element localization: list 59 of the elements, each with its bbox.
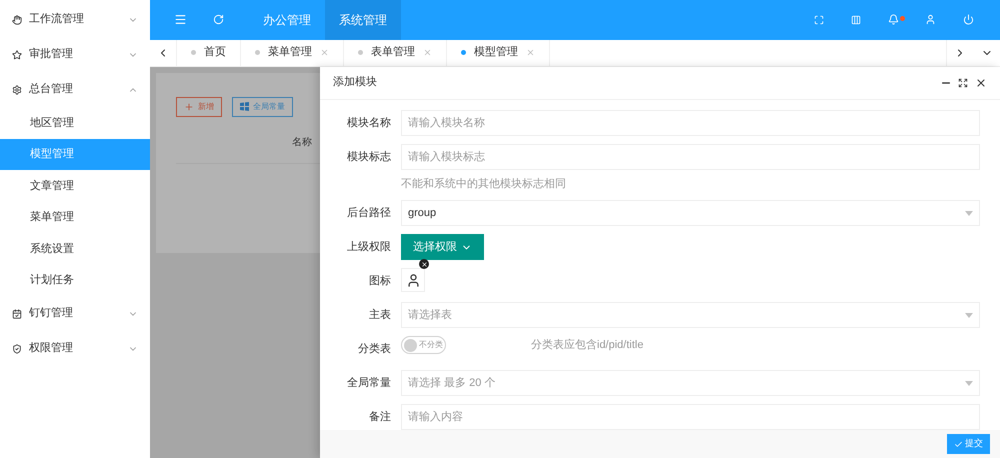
field-label: 上级权限	[346, 240, 392, 255]
select-permission-button[interactable]: 选择权限	[401, 234, 484, 260]
select-field[interactable]: group	[401, 200, 980, 226]
refresh-icon[interactable]	[213, 14, 224, 26]
field-label: 图标	[368, 274, 392, 289]
sidebar-item[interactable]: 权限管理	[0, 331, 150, 366]
menu-icon[interactable]	[174, 13, 187, 26]
tab-label: 模型管理	[474, 45, 518, 60]
user-icon[interactable]	[925, 14, 936, 26]
hand-icon	[12, 14, 22, 24]
calendar-icon	[12, 308, 22, 318]
caret-icon	[965, 210, 973, 216]
tab-label: 首页	[204, 45, 226, 60]
maximize-icon[interactable]	[958, 78, 968, 88]
field-label: 主表	[368, 308, 392, 323]
power-icon[interactable]	[963, 14, 974, 26]
notification-icon[interactable]	[888, 14, 899, 26]
columns-icon[interactable]	[851, 14, 861, 25]
sidebar-subitem[interactable]: 文章管理	[0, 170, 150, 202]
sidebar-subitem[interactable]: 计划任务	[0, 264, 150, 296]
settings-icon	[12, 84, 22, 94]
remove-icon[interactable]	[419, 259, 429, 269]
field-label: 后台路径	[346, 206, 392, 221]
page-tab[interactable]: 表单管理	[344, 40, 447, 66]
field-label: 全局常量	[346, 376, 392, 391]
user-icon	[406, 272, 420, 288]
tab-label: 菜单管理	[268, 45, 312, 60]
sidebar-item[interactable]: 工作流管理	[0, 2, 150, 37]
shield-check-icon	[12, 344, 22, 354]
field-hint: 不能和系统中的其他模块标志相同	[401, 176, 566, 192]
page-tab[interactable]: 首页	[177, 40, 241, 66]
tab-label: 表单管理	[371, 45, 415, 60]
modal-title: 添加模块	[333, 75, 378, 90]
sidebar-subitem[interactable]: 系统设置	[0, 233, 150, 264]
field-label: 备注	[368, 410, 392, 425]
check-icon	[954, 440, 963, 448]
sidebar-item[interactable]: 总台管理	[0, 72, 150, 107]
field-label: 模块标志	[346, 150, 392, 164]
field-note: 分类表应包含id/pid/title	[531, 338, 644, 353]
page-tab[interactable]: 菜单管理	[241, 40, 344, 66]
close-icon[interactable]	[975, 76, 987, 88]
windows-icon	[240, 102, 249, 111]
icon-picker[interactable]	[401, 268, 425, 292]
sidebar-subitem[interactable]: 菜单管理	[0, 202, 150, 233]
plus-icon	[184, 102, 194, 112]
sidebar-item[interactable]: 审批管理	[0, 37, 150, 72]
text-field[interactable]: 请输入内容	[401, 404, 980, 430]
sidebar-subitem[interactable]: 地区管理	[0, 107, 150, 138]
caret-icon	[965, 312, 973, 318]
column-header: 名称	[292, 136, 312, 148]
text-field[interactable]: 请输入模块标志	[401, 144, 980, 170]
sidebar-item[interactable]: 钉钉管理	[0, 296, 150, 331]
caret-icon	[965, 380, 973, 386]
text-field[interactable]: 请输入模块名称	[401, 110, 980, 136]
star-icon	[12, 50, 22, 60]
field-label: 分类表	[357, 342, 392, 357]
page-tab[interactable]: 模型管理	[447, 40, 550, 66]
fullscreen-icon[interactable]	[814, 14, 824, 25]
field-label: 模块名称	[346, 116, 392, 130]
